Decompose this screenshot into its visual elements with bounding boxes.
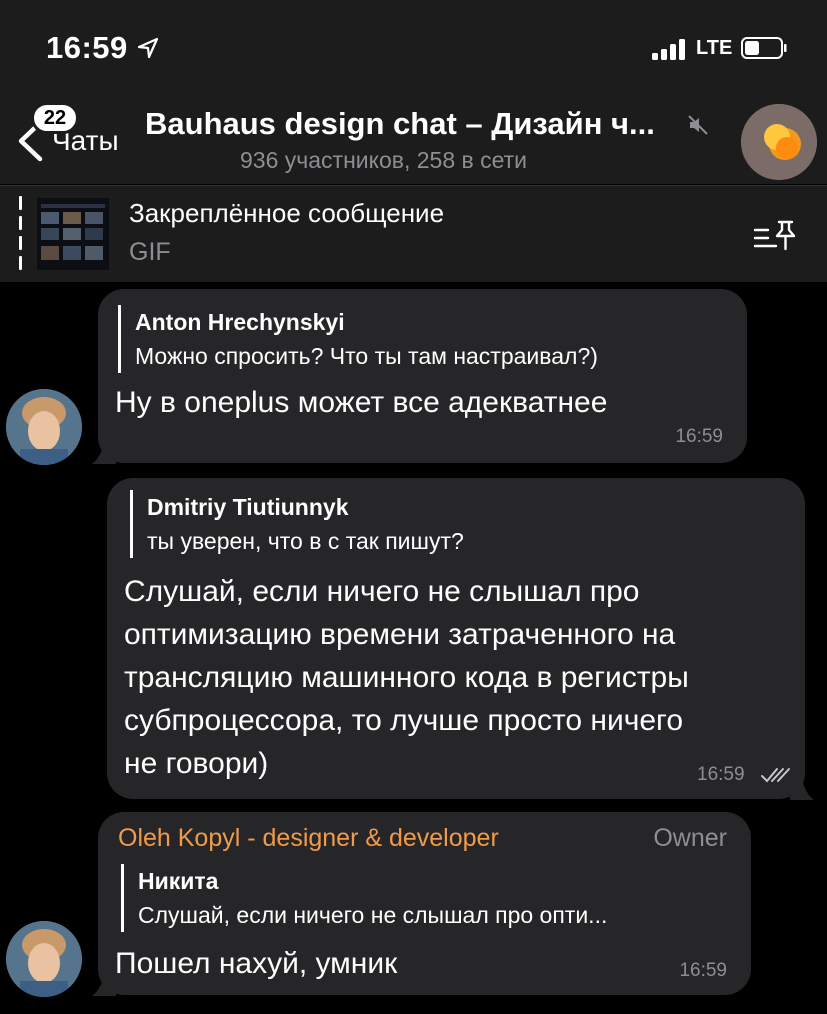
sender-avatar[interactable] xyxy=(6,389,82,465)
message-line: трансляцию машинного кода в регистры xyxy=(124,661,689,694)
sender-name[interactable]: Oleh Kopyl - designer & developer xyxy=(118,824,499,853)
chat-title[interactable]: Bauhaus design chat – Дизайн ч... xyxy=(145,106,655,142)
reply-author: Anton Hrechynskyi xyxy=(135,309,345,335)
message-text: Ну в oneplus может все адекватнее xyxy=(115,386,608,419)
message-time: 16:59 xyxy=(679,960,727,981)
pinned-indicator xyxy=(19,196,22,270)
group-avatar[interactable] xyxy=(741,104,817,180)
pinned-title: Закреплённое сообщение xyxy=(129,198,445,228)
message-line: Слушай, если ничего не слышал про xyxy=(124,575,640,608)
sender-avatar[interactable] xyxy=(6,921,82,997)
sender-role: Owner xyxy=(653,824,727,852)
pinned-subtitle: GIF xyxy=(129,238,171,266)
message-line: оптимизацию времени затраченного на xyxy=(124,618,676,651)
reply-text: ты уверен, что в с так пишут? xyxy=(147,528,464,554)
message-bubble-outgoing[interactable]: Dmitriy Tiutiunnyk ты уверен, что в с та… xyxy=(107,478,805,799)
location-arrow-icon xyxy=(137,37,159,59)
battery-icon xyxy=(741,37,787,59)
message-time: 16:59 xyxy=(697,764,745,785)
reply-quote[interactable]: Dmitriy Tiutiunnyk ты уверен, что в с та… xyxy=(130,490,464,558)
signal-icon xyxy=(652,38,690,60)
reply-text: Можно спросить? Что ты там настраивал?) xyxy=(135,343,598,369)
reply-quote[interactable]: Никита Слушай, если ничего не слышал про… xyxy=(121,864,607,932)
reply-text: Слушай, если ничего не слышал про опти..… xyxy=(138,902,608,928)
unread-badge: 22 xyxy=(31,102,79,134)
double-check-icon xyxy=(761,768,790,783)
status-time: 16:59 xyxy=(46,30,128,65)
message-time: 16:59 xyxy=(675,426,723,447)
pinned-gif-thumbnail xyxy=(37,198,109,270)
message-line: субпроцессора, то лучше просто ничего xyxy=(124,704,684,737)
chat-subtitle: 936 участников, 258 в сети xyxy=(240,147,528,173)
message-text: Пошел нахуй, умник xyxy=(115,947,398,980)
pinned-message-bar[interactable]: Закреплённое сообщение GIF xyxy=(0,185,827,282)
muted-speaker-icon xyxy=(688,115,708,135)
message-text: Слушай, если ничего не слышал про оптими… xyxy=(124,570,689,785)
reply-quote[interactable]: Anton Hrechynskyi Можно спросить? Что ты… xyxy=(118,305,598,373)
message-bubble[interactable]: Oleh Kopyl - designer & developer Owner … xyxy=(98,812,751,995)
reply-author: Dmitriy Tiutiunnyk xyxy=(147,494,349,520)
chat-header: 16:59 LTE Чаты 22 Bauhaus design chat – … xyxy=(0,0,827,184)
message-line: не говори) xyxy=(124,747,269,780)
reply-author: Никита xyxy=(138,868,219,894)
pinned-list-icon[interactable] xyxy=(752,218,798,252)
network-type: LTE xyxy=(696,37,733,59)
message-bubble[interactable]: Anton Hrechynskyi Можно спросить? Что ты… xyxy=(98,289,747,463)
